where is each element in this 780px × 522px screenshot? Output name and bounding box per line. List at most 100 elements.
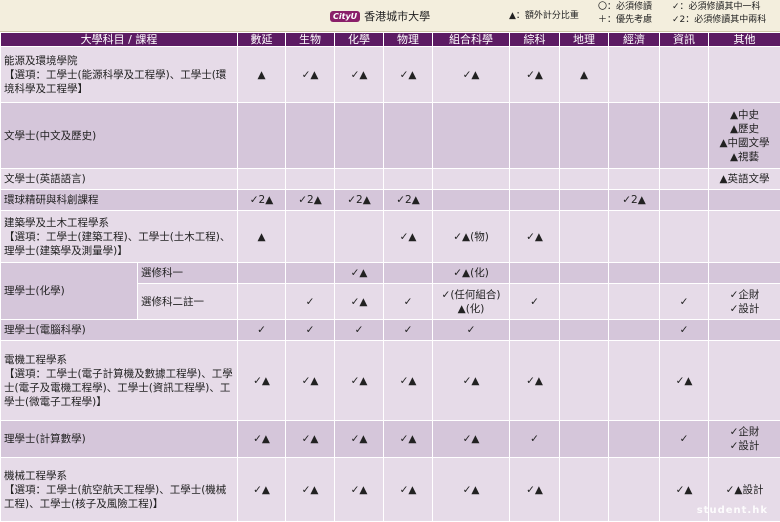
table-row: 環球精研與科創課程✓2▲✓2▲✓2▲✓2▲✓2▲: [1, 190, 780, 211]
requirement-cell: [560, 421, 609, 458]
requirement-cell: ✓▲: [286, 421, 335, 458]
requirement-cell: ✓: [660, 320, 709, 341]
requirement-cell: [286, 169, 335, 190]
requirement-cell: ✓▲: [335, 458, 384, 522]
course-name: 理學士(電腦科學): [1, 320, 238, 341]
header: CityU 香港城市大學 ▲：額外計分比重 〇：必須修讀 ＋：優先考慮 ✓：必須…: [0, 0, 780, 32]
watermark: student.hk: [697, 505, 768, 516]
requirement-cell: ✓: [384, 284, 433, 320]
table-row: 理學士(電腦科學)✓✓✓✓✓✓: [1, 320, 780, 341]
course-name: 能源及環境學院 【選項：工學士(能源科學及工程學)、工學士(環境科學及工程學】: [1, 47, 238, 103]
requirement-cell: [560, 169, 609, 190]
legend-one-of: ✓：必須修讀其中一科: [672, 1, 766, 14]
requirement-cell: [560, 341, 609, 421]
requirement-cell: [660, 47, 709, 103]
column-header: 綜科: [510, 33, 560, 47]
table-row: 理學士(化學)選修科一✓▲✓▲(化): [1, 263, 780, 284]
requirement-cell: [510, 320, 560, 341]
requirement-cell: [709, 263, 780, 284]
requirement-cell: [510, 103, 560, 169]
table-body: 能源及環境學院 【選項：工學士(能源科學及工程學)、工學士(環境科學及工程學】▲…: [1, 47, 780, 522]
requirement-cell: [286, 103, 335, 169]
requirement-cell: [433, 169, 510, 190]
requirement-cell: [709, 47, 780, 103]
table-row: 文學士(英語語言) ▲英語文學: [1, 169, 780, 190]
table-row: 機械工程學系 【選項：工學士(航空航天工程學)、工學士(機械工程)、工學士(核子…: [1, 458, 780, 522]
requirement-cell: [335, 169, 384, 190]
course-name: 文學士(中文及歷史): [1, 103, 238, 169]
requirements-table: 大學科目 / 課程 數延 生物 化學 物理 組合科學 綜科 地理 經濟 資訊 其…: [0, 32, 780, 522]
requirement-cell: ✓▲: [510, 211, 560, 263]
requirement-cell: ✓: [286, 284, 335, 320]
course-name: 機械工程學系 【選項：工學士(航空航天工程學)、工學士(機械工程)、工學士(核子…: [1, 458, 238, 522]
requirement-cell: [560, 211, 609, 263]
requirement-cell: [560, 190, 609, 211]
requirement-cell: ▲英語文學: [709, 169, 780, 190]
course-name: 環球精研與科創課程: [1, 190, 238, 211]
requirement-cell: ✓: [238, 320, 286, 341]
column-header-course: 大學科目 / 課程: [1, 33, 238, 47]
requirement-cell: [609, 320, 660, 341]
requirement-cell: ✓▲: [286, 47, 335, 103]
requirement-cell: [609, 341, 660, 421]
requirement-cell: [709, 320, 780, 341]
requirement-cell: [609, 211, 660, 263]
column-header: 經濟: [609, 33, 660, 47]
requirement-cell: ✓2▲: [335, 190, 384, 211]
requirement-cell: [384, 169, 433, 190]
course-name: 文學士(英語語言): [1, 169, 238, 190]
table-row: 文學士(中文及歷史)▲中史 ▲歷史 ▲中國文學 ▲視藝: [1, 103, 780, 169]
table-row: 電機工程學系 【選項：工學士(電子計算機及數據工程學)、工學士(電子及電機工程學…: [1, 341, 780, 421]
column-header: 物理: [384, 33, 433, 47]
course-name: 理學士(計算數學): [1, 421, 238, 458]
requirement-cell: ✓▲: [384, 211, 433, 263]
requirement-cell: ✓(任何組合) ▲(化): [433, 284, 510, 320]
requirement-cell: ✓▲: [384, 47, 433, 103]
requirement-cell: [609, 169, 660, 190]
requirement-cell: ✓2▲: [384, 190, 433, 211]
requirement-cell: [560, 103, 609, 169]
requirement-cell: ✓企財 ✓設計: [709, 284, 780, 320]
legend-left: 〇：必須修讀 ＋：優先考慮: [598, 1, 652, 27]
requirement-cell: ✓: [335, 320, 384, 341]
requirement-cell: ✓▲: [433, 421, 510, 458]
requirement-cell: ✓▲: [335, 47, 384, 103]
requirement-cell: [238, 263, 286, 284]
column-header: 其他: [709, 33, 780, 47]
requirement-cell: ✓▲: [335, 284, 384, 320]
requirement-cell: ▲: [560, 47, 609, 103]
course-name: 電機工程學系 【選項：工學士(電子計算機及數據工程學)、工學士(電子及電機工程學…: [1, 341, 238, 421]
requirement-cell: [660, 103, 709, 169]
requirement-cell: [609, 103, 660, 169]
requirement-cell: [660, 263, 709, 284]
requirement-cell: [238, 103, 286, 169]
legend-two-of: ✓2：必須修讀其中兩科: [672, 14, 766, 27]
requirement-cell: [510, 190, 560, 211]
requirement-cell: ✓: [660, 284, 709, 320]
requirement-cell: [609, 458, 660, 522]
requirement-cell: [560, 263, 609, 284]
requirement-cell: [609, 263, 660, 284]
requirement-cell: ✓▲: [286, 341, 335, 421]
requirement-cell: [384, 263, 433, 284]
table-row: 理學士(計算數學)✓▲✓▲✓▲✓▲✓▲✓✓✓企財 ✓設計: [1, 421, 780, 458]
requirement-cell: ▲: [238, 47, 286, 103]
requirement-cell: [609, 421, 660, 458]
requirement-cell: ✓▲: [510, 341, 560, 421]
requirement-cell: ✓2▲: [286, 190, 335, 211]
requirement-cell: ▲: [238, 211, 286, 263]
requirement-cell: [560, 320, 609, 341]
requirement-cell: [335, 103, 384, 169]
requirement-cell: ✓▲: [433, 47, 510, 103]
requirement-cell: [660, 190, 709, 211]
requirement-cell: [609, 47, 660, 103]
requirement-cell: ✓: [384, 320, 433, 341]
table-header-row: 大學科目 / 課程 數延 生物 化學 物理 組合科學 綜科 地理 經濟 資訊 其…: [1, 33, 780, 47]
column-header: 生物: [286, 33, 335, 47]
requirement-cell: [609, 284, 660, 320]
requirement-cell: [335, 211, 384, 263]
requirement-cell: ✓: [660, 421, 709, 458]
requirement-cell: ✓: [510, 284, 560, 320]
requirement-cell: [709, 190, 780, 211]
requirement-cell: ✓▲: [286, 458, 335, 522]
